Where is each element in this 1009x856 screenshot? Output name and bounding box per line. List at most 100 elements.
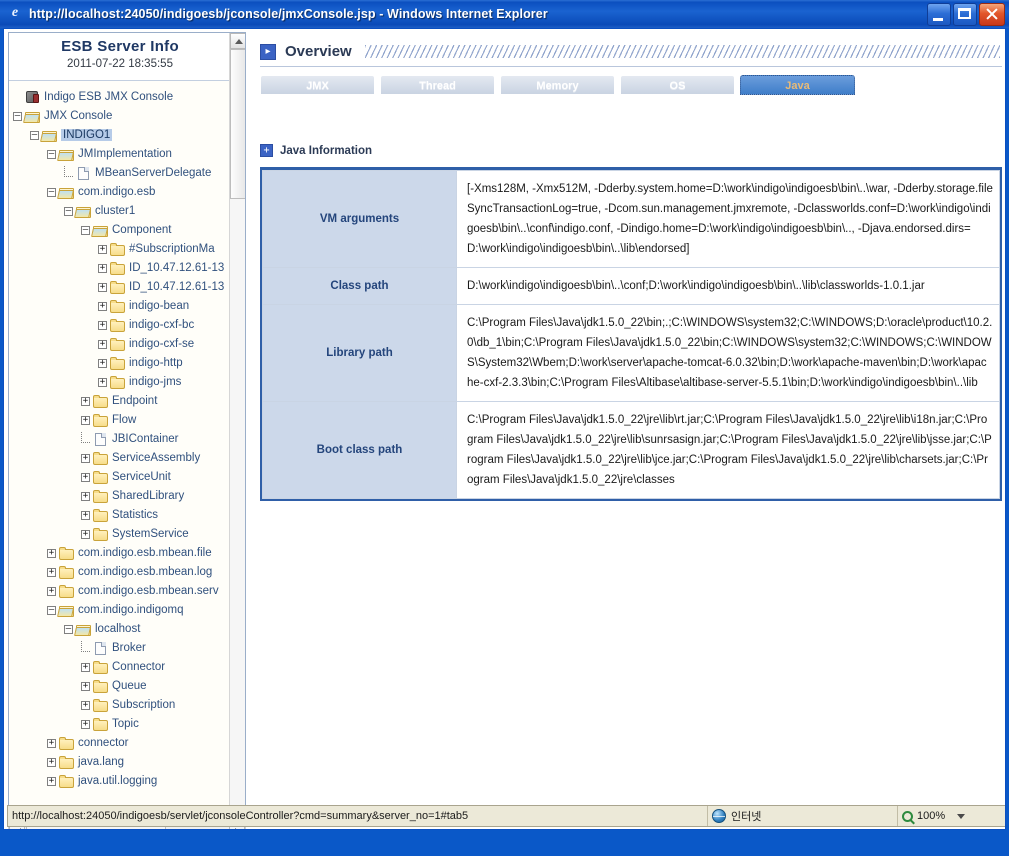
tab-java[interactable]: Java — [740, 75, 855, 95]
expand-icon[interactable]: + — [81, 492, 90, 501]
expand-icon[interactable]: + — [47, 587, 56, 596]
expand-icon[interactable]: + — [81, 530, 90, 539]
expand-icon[interactable]: + — [98, 264, 107, 273]
scroll-up-button[interactable] — [230, 33, 245, 49]
row-value: C:\Program Files\Java\jdk1.5.0_22\jre\li… — [456, 401, 1000, 499]
collapse-icon[interactable]: – — [64, 207, 73, 216]
tree-node[interactable]: + SharedLibrary — [13, 487, 231, 506]
expand-icon[interactable]: + — [47, 777, 56, 786]
tree-node[interactable]: + ServiceAssembly — [13, 449, 231, 468]
tree-node[interactable]: – com.indigo.esb — [13, 183, 231, 202]
tree-node[interactable]: + com.indigo.esb.mbean.log — [13, 563, 231, 582]
tree-node[interactable]: + Endpoint — [13, 392, 231, 411]
expand-icon[interactable]: + — [81, 416, 90, 425]
expand-icon[interactable]: + — [47, 549, 56, 558]
title-bar: e http://localhost:24050/indigoesb/jcons… — [0, 0, 1009, 28]
tree-node[interactable]: MBeanServerDelegate — [13, 164, 231, 183]
tree-node[interactable]: + connector — [13, 734, 231, 753]
scroll-track[interactable] — [230, 49, 245, 806]
collapse-icon[interactable]: – — [30, 131, 39, 140]
tree-node[interactable]: + Topic — [13, 715, 231, 734]
folder-icon — [110, 376, 126, 389]
tab-memory[interactable]: Memory — [500, 75, 615, 95]
collapse-icon[interactable]: – — [47, 188, 56, 197]
tree-node-label: JMImplementation — [78, 148, 172, 160]
tree-node[interactable]: Broker — [13, 639, 231, 658]
expand-icon[interactable]: + — [98, 302, 107, 311]
tree-node[interactable]: + Connector — [13, 658, 231, 677]
chevron-down-icon[interactable] — [957, 813, 966, 819]
tree-node[interactable]: + java.util.logging — [13, 772, 231, 791]
expand-icon[interactable]: + — [98, 340, 107, 349]
expand-icon[interactable]: + — [81, 473, 90, 482]
expand-icon[interactable]: + — [98, 359, 107, 368]
collapse-icon[interactable]: – — [47, 150, 56, 159]
maximize-button[interactable] — [953, 3, 977, 26]
tree-node[interactable]: + ServiceUnit — [13, 468, 231, 487]
tree-node[interactable]: + Subscription — [13, 696, 231, 715]
expand-icon[interactable]: + — [81, 511, 90, 520]
tree-node[interactable]: JBIContainer — [13, 430, 231, 449]
tree-node[interactable]: + com.indigo.esb.mbean.serv — [13, 582, 231, 601]
scroll-thumb[interactable] — [230, 49, 245, 199]
expand-icon[interactable]: + — [81, 701, 90, 710]
overview-title: Overview — [285, 43, 352, 60]
tab-os[interactable]: OS — [620, 75, 735, 95]
expand-icon[interactable]: + — [47, 568, 56, 577]
tree-node[interactable]: – INDIGO1 — [13, 126, 231, 145]
tab-thread[interactable]: Thread — [380, 75, 495, 95]
expand-icon[interactable]: + — [81, 720, 90, 729]
tree-node[interactable]: + com.indigo.esb.mbean.file — [13, 544, 231, 563]
tree-node[interactable]: – localhost — [13, 620, 231, 639]
folder-open-icon — [76, 623, 92, 636]
expand-icon[interactable]: + — [47, 739, 56, 748]
folder-icon — [93, 452, 109, 465]
tree-node[interactable]: – com.indigo.indigomq — [13, 601, 231, 620]
security-zone[interactable]: 인터넷 — [708, 806, 898, 826]
minimize-button[interactable] — [927, 3, 951, 26]
collapse-icon[interactable]: – — [64, 625, 73, 634]
expand-icon[interactable]: + — [98, 283, 107, 292]
table-row: Class path D:\work\indigo\indigoesb\bin\.… — [262, 267, 1000, 305]
tree-node[interactable]: + Flow — [13, 411, 231, 430]
collapse-icon[interactable]: – — [81, 226, 90, 235]
expand-icon[interactable]: + — [98, 378, 107, 387]
tree-node[interactable]: – JMImplementation — [13, 145, 231, 164]
tree-node[interactable]: + indigo-jms — [13, 373, 231, 392]
tree-node[interactable]: + ID_10.47.12.61-13 — [13, 278, 231, 297]
tree-node[interactable]: + Queue — [13, 677, 231, 696]
tree-vertical-scrollbar[interactable] — [229, 33, 245, 820]
folder-open-icon — [59, 186, 75, 199]
document-icon — [76, 167, 92, 180]
tree-node[interactable]: + indigo-cxf-bc — [13, 316, 231, 335]
tree-node[interactable]: + indigo-http — [13, 354, 231, 373]
tree-node-label: Topic — [112, 718, 139, 730]
tree-node[interactable]: + indigo-cxf-se — [13, 335, 231, 354]
tree-node[interactable]: – cluster1 — [13, 202, 231, 221]
tree-node[interactable]: – JMX Console — [13, 107, 231, 126]
collapse-icon[interactable]: – — [47, 606, 56, 615]
zoom-control[interactable]: 100% — [898, 806, 1005, 826]
collapse-icon[interactable]: – — [13, 112, 22, 121]
tree-node[interactable]: + SystemService — [13, 525, 231, 544]
expand-icon[interactable]: + — [81, 397, 90, 406]
expand-icon[interactable]: + — [47, 758, 56, 767]
tree-node[interactable]: Indigo ESB JMX Console — [13, 88, 231, 107]
expand-icon[interactable]: + — [98, 245, 107, 254]
tree-node[interactable]: + Statistics — [13, 506, 231, 525]
tree-node[interactable]: + ID_10.47.12.61-13 — [13, 259, 231, 278]
expand-icon[interactable]: + — [81, 682, 90, 691]
tree-node[interactable]: – Component — [13, 221, 231, 240]
tree-node-label: SharedLibrary — [112, 490, 185, 502]
plus-box-icon[interactable]: + — [260, 144, 273, 157]
tree-node[interactable]: + java.lang — [13, 753, 231, 772]
tree-node[interactable]: + indigo-bean — [13, 297, 231, 316]
expand-icon[interactable]: + — [98, 321, 107, 330]
close-button[interactable] — [979, 3, 1005, 26]
folder-icon — [93, 718, 109, 731]
expand-icon[interactable]: + — [81, 454, 90, 463]
folder-icon — [110, 281, 126, 294]
tab-jmx[interactable]: JMX — [260, 75, 375, 95]
expand-icon[interactable]: + — [81, 663, 90, 672]
tree-node[interactable]: + #SubscriptionMa — [13, 240, 231, 259]
